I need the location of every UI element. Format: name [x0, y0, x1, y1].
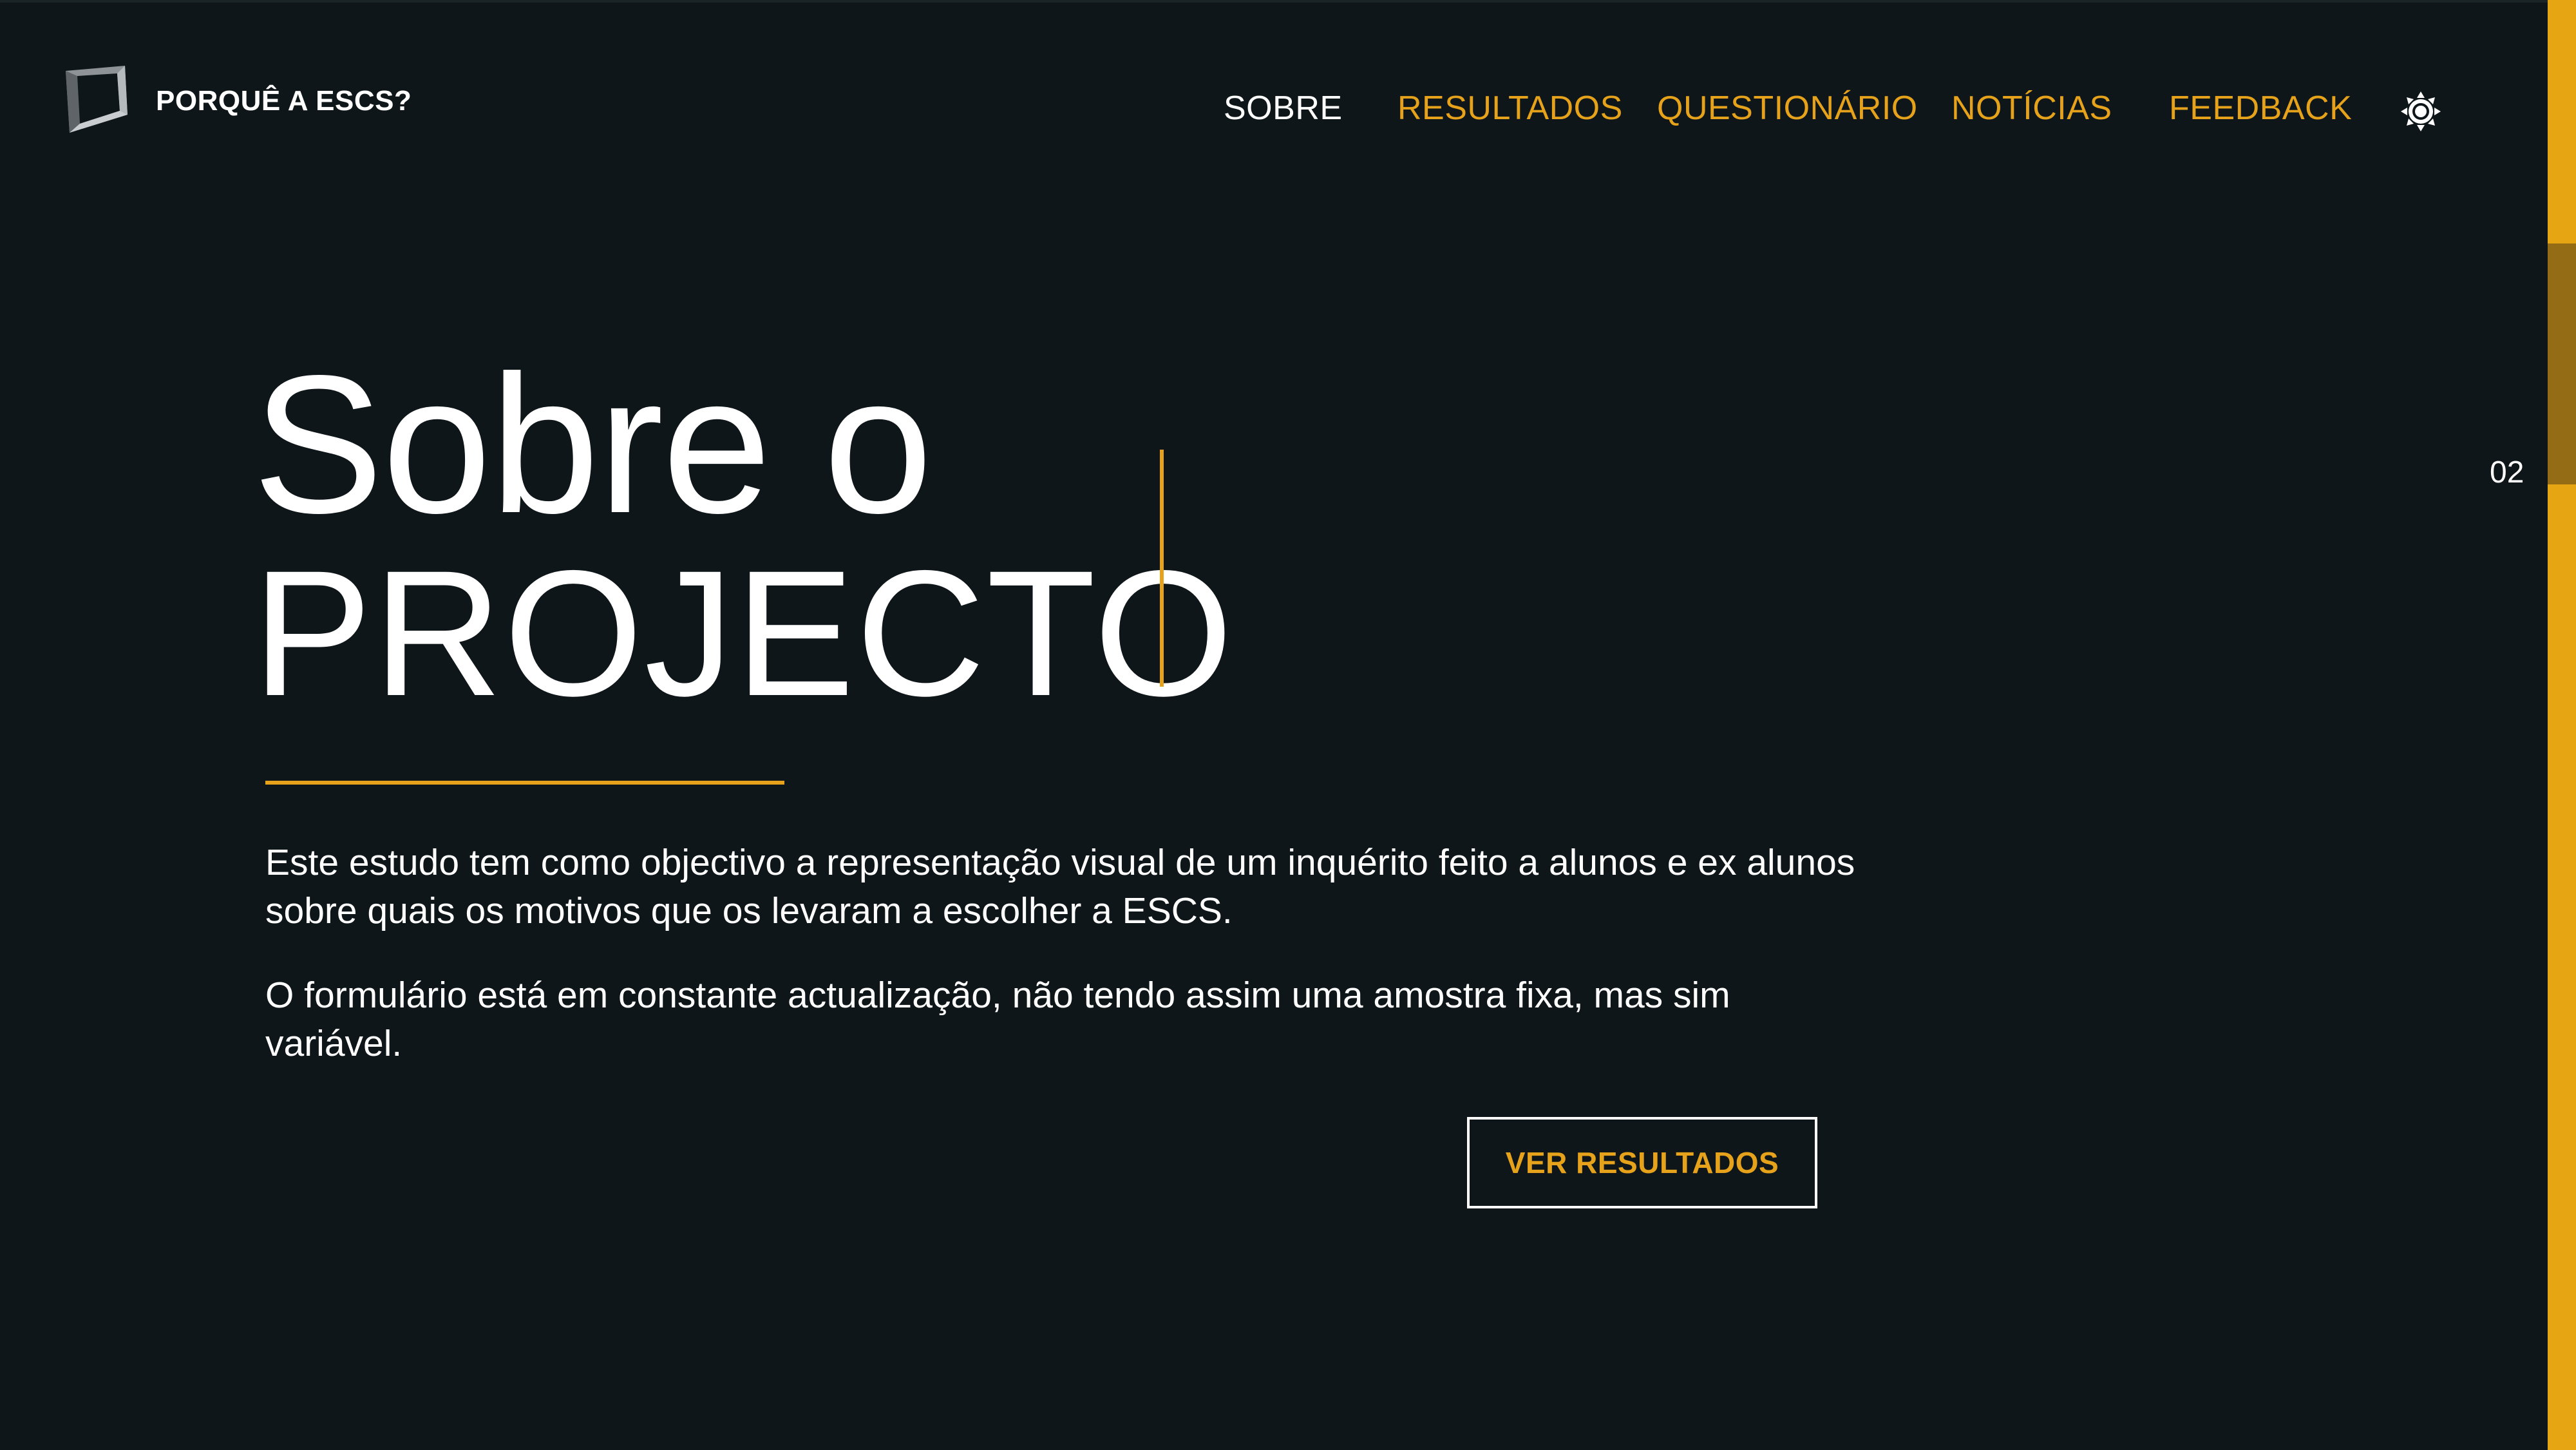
- nav-item-noticias[interactable]: NOTÍCIAS: [1951, 89, 2112, 128]
- sun-icon[interactable]: [2401, 91, 2441, 131]
- scroll-thumb[interactable]: [2548, 243, 2576, 484]
- section-number: 02: [2490, 455, 2524, 490]
- vertical-accent-line: [1160, 450, 1164, 687]
- ver-resultados-label: VER RESULTADOS: [1505, 1146, 1779, 1179]
- main-nav: SOBRE RESULTADOS QUESTIONÁRIO NOTÍCIAS F…: [0, 89, 2576, 128]
- title-underline: [265, 781, 784, 785]
- description-paragraph-2: O formulário está em constante actualiza…: [265, 975, 1730, 1064]
- description-paragraph-1: Este estudo tem como objectivo a represe…: [265, 842, 1855, 931]
- nav-item-feedback[interactable]: FEEDBACK: [2169, 89, 2352, 128]
- title-line-2: PROJECTO: [252, 533, 1235, 733]
- project-description: Este estudo tem como objectivo a represe…: [265, 839, 1862, 1104]
- nav-item-sobre[interactable]: SOBRE: [1224, 89, 1343, 128]
- ver-resultados-button[interactable]: VER RESULTADOS: [1467, 1117, 1817, 1208]
- page: PORQUÊ A ESCS? SOBRE RESULTADOS QUESTION…: [0, 0, 2576, 1450]
- top-edge-divider: [0, 0, 2576, 3]
- title-line-1: Sobre o: [252, 334, 933, 554]
- nav-item-questionario[interactable]: QUESTIONÁRIO: [1657, 89, 1918, 128]
- nav-item-resultados[interactable]: RESULTADOS: [1397, 89, 1623, 128]
- scroll-rail[interactable]: [2548, 0, 2576, 1450]
- page-title: Sobre o PROJECTO: [252, 334, 1235, 733]
